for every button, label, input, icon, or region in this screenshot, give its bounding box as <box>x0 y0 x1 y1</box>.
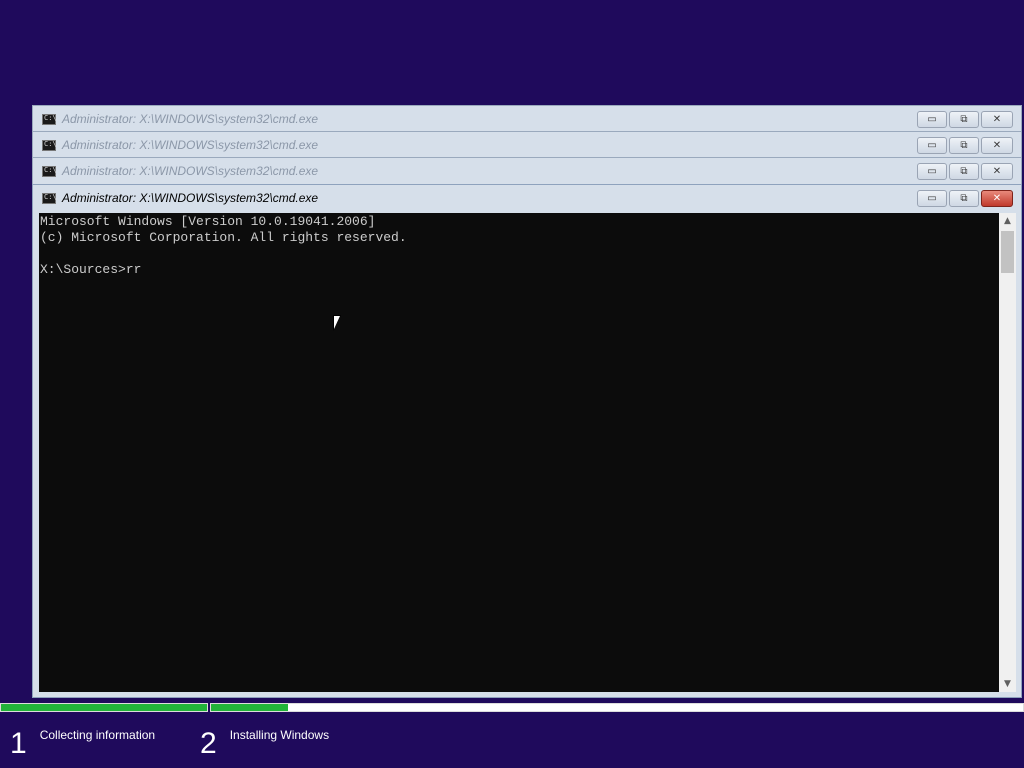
step-number: 1 <box>10 727 27 760</box>
maximize-button[interactable]: ⧉ <box>949 190 979 207</box>
maximize-button[interactable]: ⧉ <box>949 163 979 180</box>
title-bar[interactable]: Administrator: X:\WINDOWS\system32\cmd.e… <box>33 106 1021 132</box>
mouse-pointer-icon <box>333 315 341 331</box>
title-bar[interactable]: Administrator: X:\WINDOWS\system32\cmd.e… <box>33 132 1021 158</box>
window-title: Administrator: X:\WINDOWS\system32\cmd.e… <box>62 164 319 178</box>
progress-bar-step-1 <box>0 703 208 712</box>
step-number: 2 <box>200 727 217 760</box>
step-label: Installing Windows <box>229 728 330 742</box>
window-title: Administrator: X:\WINDOWS\system32\cmd.e… <box>62 138 319 152</box>
minimize-button[interactable]: ▭ <box>917 111 947 128</box>
setup-step-2: 2 Installing Windows <box>200 724 329 764</box>
maximize-button[interactable]: ⧉ <box>949 111 979 128</box>
progress-fill-step-2 <box>211 704 289 711</box>
scroll-down-arrow-icon[interactable]: ▼ <box>999 676 1016 692</box>
vertical-scrollbar[interactable]: ▲ ▼ <box>999 213 1016 692</box>
minimize-button[interactable]: ▭ <box>917 190 947 207</box>
minimize-button[interactable]: ▭ <box>917 163 947 180</box>
console-line: Microsoft Windows [Version 10.0.19041.20… <box>40 214 376 229</box>
close-button[interactable]: ✕ <box>981 163 1013 180</box>
close-button[interactable]: ✕ <box>981 111 1013 128</box>
cmd-icon <box>42 113 57 125</box>
scroll-up-arrow-icon[interactable]: ▲ <box>999 213 1016 229</box>
setup-step-1: 1 Collecting information <box>10 724 155 764</box>
window-title: Administrator: X:\WINDOWS\system32\cmd.e… <box>62 191 319 205</box>
close-button[interactable]: ✕ <box>981 190 1013 207</box>
setup-background: Administrator: X:\WINDOWS\system32\cmd.e… <box>0 0 1024 768</box>
console-prompt: X:\Sources>rr <box>40 262 142 277</box>
cmd-window-active[interactable]: Administrator: X:\WINDOWS\system32\cmd.e… <box>32 184 1022 698</box>
setup-progress <box>0 700 1024 714</box>
close-button[interactable]: ✕ <box>981 137 1013 154</box>
step-label: Collecting information <box>39 728 156 742</box>
cmd-icon <box>42 139 57 151</box>
console-line: ​ <box>40 246 999 262</box>
cmd-icon <box>42 192 57 204</box>
progress-fill-step-1 <box>1 704 207 711</box>
window-title: Administrator: X:\WINDOWS\system32\cmd.e… <box>62 112 319 126</box>
minimize-button[interactable]: ▭ <box>917 137 947 154</box>
title-bar[interactable]: Administrator: X:\WINDOWS\system32\cmd.e… <box>33 158 1021 184</box>
console-line: (c) Microsoft Corporation. All rights re… <box>40 230 407 245</box>
title-bar[interactable]: Administrator: X:\WINDOWS\system32\cmd.e… <box>33 185 1021 211</box>
console-output[interactable]: Microsoft Windows [Version 10.0.19041.20… <box>39 213 999 692</box>
scroll-thumb[interactable] <box>1001 231 1014 273</box>
maximize-button[interactable]: ⧉ <box>949 137 979 154</box>
cmd-icon <box>42 165 57 177</box>
progress-bar-step-2 <box>210 703 1024 712</box>
